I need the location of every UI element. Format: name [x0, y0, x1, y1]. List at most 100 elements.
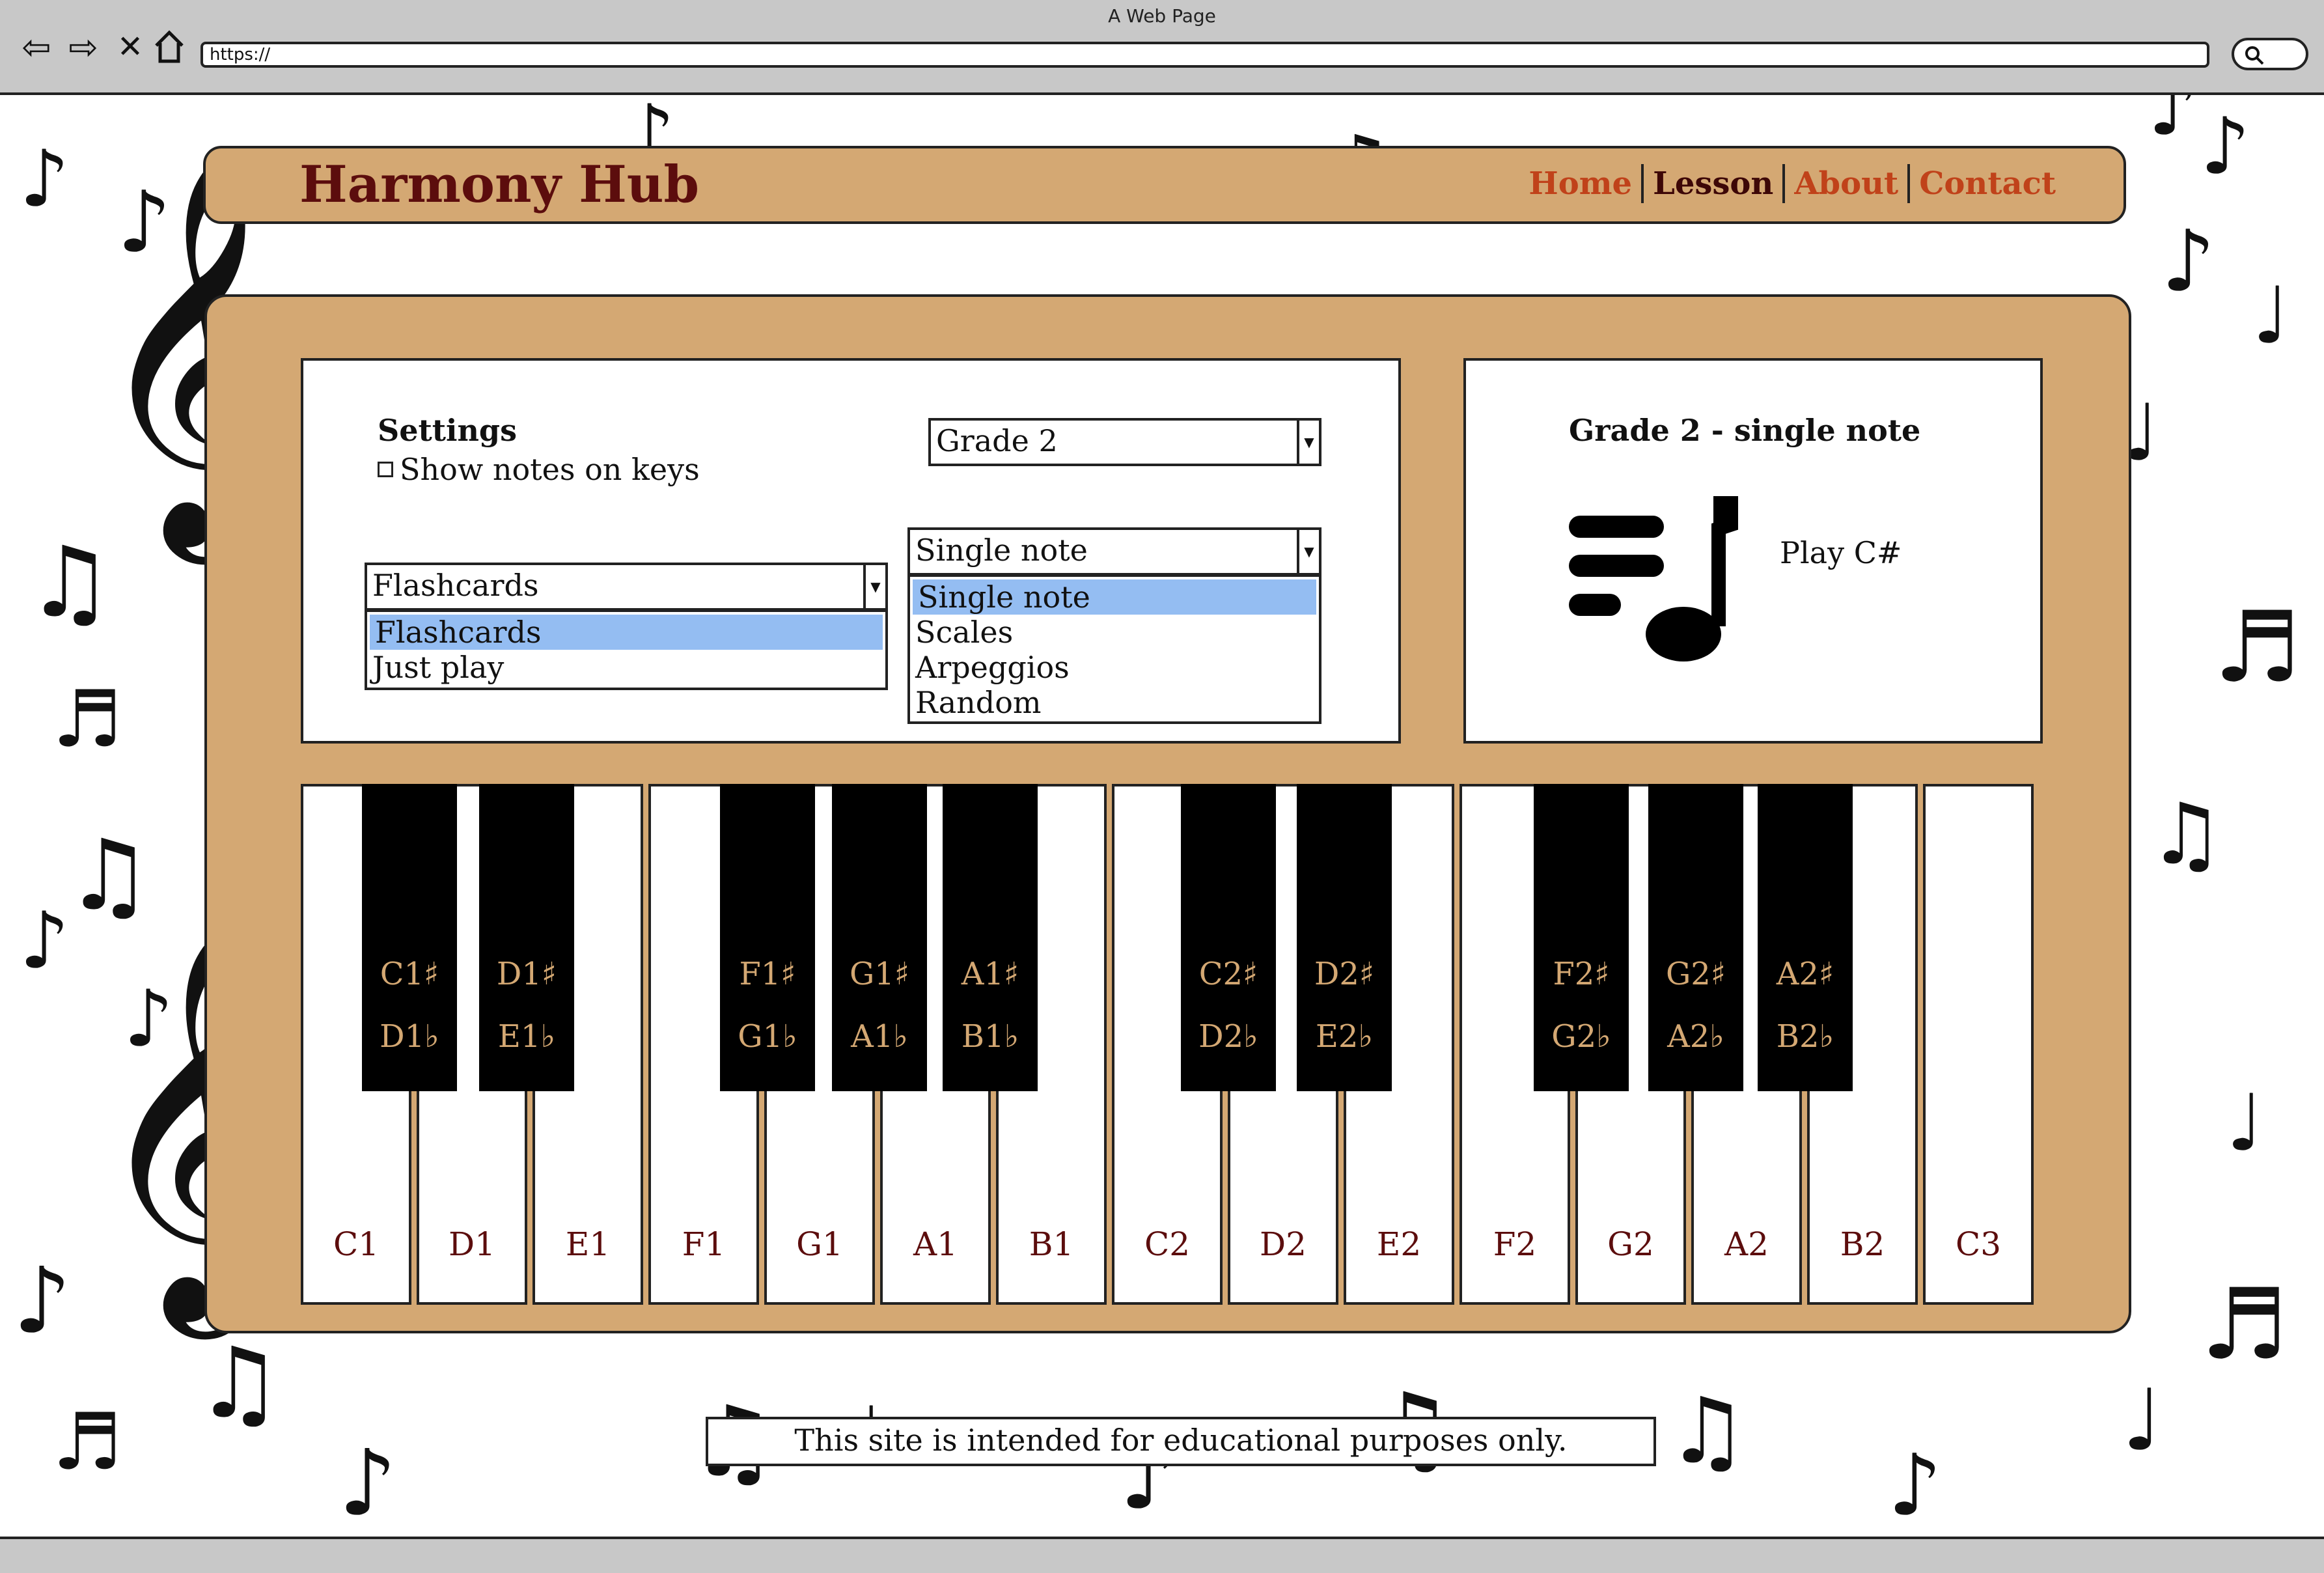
svg-text:♪: ♪: [339, 1430, 396, 1537]
key-sharp-label: G2♯: [1665, 956, 1726, 992]
piano-keyboard: C1 D1 E1 F1 G1 A1 B1 C2 D2 E2 F2 G2 A2 B…: [301, 784, 2043, 1310]
site-brand[interactable]: Harmony Hub: [299, 155, 699, 214]
chevron-down-icon[interactable]: ▼: [863, 565, 885, 608]
black-key-d1-sharp[interactable]: D1♯ E1♭: [479, 784, 574, 1091]
main-nav: Home Lesson About Contact: [1519, 164, 2065, 203]
type-select[interactable]: Single note ▼: [907, 527, 1321, 576]
svg-text:♪: ♪: [2200, 102, 2250, 192]
nav-home[interactable]: Home: [1519, 165, 1641, 202]
type-option-random[interactable]: Random: [910, 685, 1319, 720]
back-icon[interactable]: ⇦: [18, 27, 55, 68]
nav-about[interactable]: About: [1785, 165, 1907, 202]
browser-search[interactable]: [2232, 38, 2308, 70]
key-flat-label: A1♭: [851, 1018, 908, 1055]
home-icon[interactable]: [151, 29, 187, 65]
mode-option-just-play[interactable]: Just play: [367, 650, 885, 685]
mode-select[interactable]: Flashcards ▼: [365, 563, 888, 611]
white-key-c3[interactable]: C3: [1923, 784, 2034, 1305]
key-sharp-label: D2♯: [1314, 956, 1375, 992]
black-key-g1-sharp[interactable]: G1♯ A1♭: [832, 784, 927, 1091]
black-key-f1-sharp[interactable]: F1♯ G1♭: [720, 784, 815, 1091]
key-label: D1: [449, 1225, 495, 1263]
music-notes-icon: [1569, 490, 1745, 668]
svg-text:♪: ♪: [2161, 212, 2215, 311]
key-sharp-label: D1♯: [496, 956, 557, 992]
type-option-single-note[interactable]: Single note: [913, 579, 1316, 615]
url-bar[interactable]: https://: [201, 42, 2209, 68]
svg-text:♪: ♪: [1888, 1436, 1942, 1535]
black-key-a1-sharp[interactable]: A1♯ B1♭: [943, 784, 1038, 1091]
svg-text:♪: ♪: [117, 173, 171, 271]
key-label: E2: [1376, 1225, 1422, 1263]
key-label: G1: [796, 1225, 843, 1263]
svg-text:♪: ♪: [13, 1248, 71, 1354]
key-flat-label: G2♭: [1551, 1018, 1611, 1055]
svg-text:♫: ♫: [2148, 785, 2224, 884]
key-flat-label: D2♭: [1198, 1018, 1258, 1055]
forward-icon[interactable]: ⇨: [65, 27, 102, 68]
svg-text:♬: ♬: [2200, 1268, 2288, 1382]
key-label: B2: [1840, 1225, 1885, 1263]
black-key-f2-sharp[interactable]: F2♯ G2♭: [1534, 784, 1629, 1091]
key-sharp-label: F2♯: [1553, 956, 1610, 992]
lesson-prompt: Play C#: [1780, 535, 1902, 570]
svg-text:♪: ♪: [20, 134, 70, 225]
svg-text:♩: ♩: [2252, 271, 2289, 361]
key-label: C3: [1955, 1225, 2002, 1263]
black-key-a2-sharp[interactable]: A2♯ B2♭: [1758, 784, 1853, 1091]
settings-title: Settings: [378, 413, 517, 448]
key-sharp-label: C1♯: [380, 956, 439, 992]
black-key-c2-sharp[interactable]: C2♯ D2♭: [1181, 784, 1276, 1091]
svg-text:♫: ♫: [65, 819, 152, 932]
svg-text:♫: ♫: [1667, 1378, 1749, 1484]
grade-select[interactable]: Grade 2 ▼: [928, 418, 1321, 466]
show-notes-row[interactable]: Show notes on keys: [378, 452, 700, 487]
chevron-down-icon[interactable]: ▼: [1297, 421, 1319, 464]
nav-contact[interactable]: Contact: [1910, 165, 2065, 202]
svg-text:♩: ♩: [2122, 1371, 2162, 1469]
key-label: A2: [1724, 1225, 1769, 1263]
svg-text:♪: ♪: [2148, 95, 2198, 153]
key-sharp-label: A1♯: [961, 956, 1019, 992]
window-title: A Web Page: [1108, 5, 1216, 27]
key-label: B1: [1029, 1225, 1074, 1263]
key-label: F2: [1493, 1225, 1537, 1263]
black-key-d2-sharp[interactable]: D2♯ E2♭: [1297, 784, 1392, 1091]
svg-text:♬: ♬: [52, 1397, 122, 1488]
key-flat-label: A2♭: [1667, 1018, 1724, 1055]
key-sharp-label: A2♯: [1776, 956, 1834, 992]
site-header: Harmony Hub Home Lesson About Contact: [203, 146, 2126, 224]
key-flat-label: G1♭: [738, 1018, 797, 1055]
key-flat-label: D1♭: [380, 1018, 439, 1055]
show-notes-checkbox[interactable]: [378, 462, 393, 477]
mode-options: Flashcards Just play: [365, 609, 888, 690]
key-flat-label: B2♭: [1776, 1018, 1834, 1055]
type-select-value: Single note: [915, 533, 1088, 568]
key-label: A1: [913, 1225, 958, 1263]
type-option-scales[interactable]: Scales: [910, 615, 1319, 650]
type-option-arpeggios[interactable]: Arpeggios: [910, 650, 1319, 685]
web-page: 𝄞 𝄞 ♪ ♪ ♫ ♬ ♫ ♪ ♪ ♪ ♫ ♬ ♪ ♪ ♫ ♩ ♪ ♫ ♫: [0, 95, 2324, 1537]
svg-text:♬: ♬: [2213, 591, 2301, 704]
lesson-title: Grade 2 - single note: [1569, 413, 1921, 448]
mode-option-flashcards[interactable]: Flashcards: [370, 615, 883, 650]
key-sharp-label: G1♯: [849, 956, 910, 992]
browser-chrome: A Web Page ⇦ ⇨ ✕ https://: [0, 0, 2324, 95]
key-label: C2: [1144, 1225, 1191, 1263]
key-sharp-label: C2♯: [1198, 956, 1258, 992]
svg-text:♩: ♩: [2226, 1078, 2263, 1169]
key-label: D2: [1260, 1225, 1307, 1263]
close-icon[interactable]: ✕: [112, 29, 148, 65]
svg-text:♬: ♬: [52, 675, 122, 765]
type-options: Single note Scales Arpeggios Random: [907, 574, 1321, 724]
black-key-c1-sharp[interactable]: C1♯ D1♭: [362, 784, 457, 1091]
key-flat-label: E2♭: [1315, 1018, 1374, 1055]
black-key-g2-sharp[interactable]: G2♯ A2♭: [1648, 784, 1743, 1091]
svg-text:♫: ♫: [195, 1327, 283, 1440]
key-label: C1: [333, 1225, 380, 1263]
key-flat-label: B1♭: [961, 1018, 1019, 1055]
grade-select-value: Grade 2: [936, 423, 1058, 458]
nav-lesson[interactable]: Lesson: [1644, 165, 1782, 202]
chevron-down-icon[interactable]: ▼: [1297, 530, 1319, 573]
mode-select-value: Flashcards: [372, 568, 539, 603]
